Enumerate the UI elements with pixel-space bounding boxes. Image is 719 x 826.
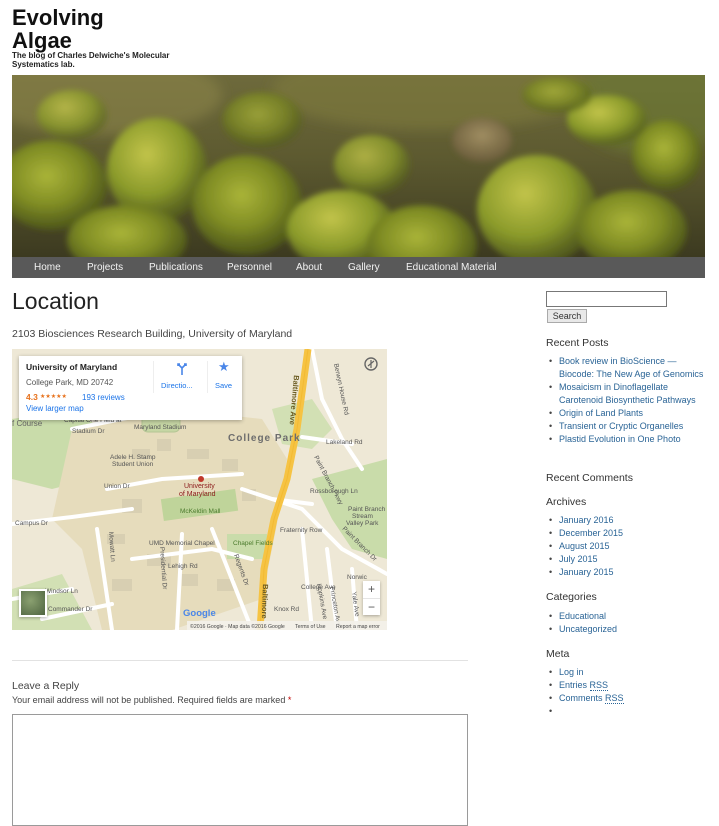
archive-item[interactable]: December 2015 xyxy=(548,527,623,540)
map-label-lakeland: Lakeland Rd xyxy=(326,439,363,446)
map-label-baltimore-ave-2: Baltimore xyxy=(260,584,270,619)
category-item[interactable]: Educational xyxy=(548,610,617,623)
map-label-commander: Commander Dr xyxy=(48,606,93,613)
map-label-stamp: Adele H. Stamp xyxy=(110,454,156,461)
archive-item[interactable]: January 2016 xyxy=(548,514,623,527)
map-label-stadium-dr: Stadium Dr xyxy=(72,428,105,435)
archive-item[interactable]: July 2015 xyxy=(548,553,623,566)
rating-stars-icon: ★★★★★ xyxy=(40,394,67,400)
map-larger-link[interactable]: View larger map xyxy=(26,404,84,413)
satellite-toggle[interactable] xyxy=(19,589,47,617)
star-icon: ★ xyxy=(218,359,230,374)
map-rating: 4.3 xyxy=(26,392,38,402)
nav-item-publications[interactable]: Publications xyxy=(149,262,203,273)
directions-label: Directio... xyxy=(161,381,193,390)
map-label-paint-branch: Paint Branch xyxy=(348,506,386,513)
reply-title: Leave a Reply xyxy=(12,680,80,692)
nav-item-about[interactable]: About xyxy=(296,262,322,273)
nav-item-personnel[interactable]: Personnel xyxy=(227,262,272,273)
map-label-fraternity: Fraternity Row xyxy=(280,527,323,534)
recent-comments-title: Recent Comments xyxy=(546,472,633,484)
comment-textarea[interactable] xyxy=(12,714,468,826)
map-reviews-link[interactable]: 193 reviews xyxy=(82,393,125,402)
reply-note: Your email address will not be published… xyxy=(12,695,291,705)
zoom-out-button[interactable]: − xyxy=(363,599,380,615)
nav-item-projects[interactable]: Projects xyxy=(87,262,123,273)
recent-post-item[interactable]: Plastid Evolution in One Photo xyxy=(548,433,708,446)
search-input[interactable] xyxy=(546,291,667,307)
map-footer: ©2016 Google · Map data ©2016 Google xyxy=(190,623,285,630)
category-item[interactable]: Uncategorized xyxy=(548,623,617,636)
recent-post-item[interactable]: Book review in BioScience — Biocode: The… xyxy=(548,355,708,381)
categories-list: Educational Uncategorized xyxy=(548,610,617,636)
map-label-stadium: Maryland Stadium xyxy=(134,424,186,431)
map-label-umd-2: of Maryland xyxy=(179,491,216,498)
site-description: The blog of Charles Delwiche's Molecular… xyxy=(12,51,170,69)
site-title[interactable]: Evolving Algae xyxy=(12,6,142,52)
zoom-controls: + − xyxy=(363,581,380,615)
archive-item[interactable]: August 2015 xyxy=(548,540,623,553)
map-label-umd-1: University xyxy=(184,483,215,490)
map-label-chapel-fields: Chapel Fields xyxy=(233,540,273,547)
categories-title: Categories xyxy=(546,591,597,603)
map-label-paint-branch-2: Stream xyxy=(352,513,373,520)
meta-entries-rss-link[interactable]: Entries RSS xyxy=(548,679,624,692)
map-label-paint-branch-3: Valley Park xyxy=(346,520,379,527)
nav-item-home[interactable]: Home xyxy=(34,262,61,273)
reply-note-text: Your email address will not be published… xyxy=(12,695,286,705)
map-label-campus-dr: Campus Dr xyxy=(15,520,49,527)
meta-title: Meta xyxy=(546,648,570,660)
directions-button[interactable]: Directio... xyxy=(159,359,205,393)
recent-post-item[interactable]: Origin of Land Plants xyxy=(548,407,708,420)
map-label-mckeldin: McKeldin Mall xyxy=(180,508,221,515)
content-divider xyxy=(12,660,468,661)
recent-post-item[interactable]: Mosaicism in Dinoflagellate Carotenoid B… xyxy=(548,381,708,407)
map-terms-link[interactable]: Terms of Use xyxy=(295,624,326,630)
map-label-lehigh: Lehigh Rd xyxy=(168,563,198,570)
street-view-icon[interactable] xyxy=(362,355,380,373)
map-place-address: College Park, MD 20742 xyxy=(26,378,114,387)
header-image xyxy=(12,75,705,257)
map-label-stamp-2: Student Union xyxy=(112,461,154,468)
nav-item-gallery[interactable]: Gallery xyxy=(348,262,380,273)
meta-comments-rss-link[interactable]: Comments RSS xyxy=(548,692,624,705)
recent-posts-title: Recent Posts xyxy=(546,337,609,349)
map-place-card: University of Maryland College Park, MD … xyxy=(19,356,242,420)
embedded-map[interactable]: College Park University of Maryland McKe… xyxy=(12,349,387,630)
page-title: Location xyxy=(12,288,99,314)
directions-icon xyxy=(177,363,187,375)
archives-title: Archives xyxy=(546,496,587,508)
recent-post-item[interactable]: Transient or Cryptic Organelles xyxy=(548,420,708,433)
map-label-windsor: Windsor Ln xyxy=(45,588,78,595)
save-button[interactable]: ★ Save xyxy=(212,359,238,393)
map-label-chapel: UMD Memorial Chapel xyxy=(149,540,215,547)
zoom-in-button[interactable]: + xyxy=(363,581,380,599)
map-label-college-park: College Park xyxy=(228,433,301,444)
meta-list: Log in Entries RSS Comments RSS xyxy=(548,666,624,718)
meta-login-link[interactable]: Log in xyxy=(548,666,624,679)
map-label-union-dr: Union Dr xyxy=(104,483,130,490)
map-place-name: University of Maryland xyxy=(26,362,118,372)
location-address: 2103 Biosciences Research Building, Univ… xyxy=(12,328,293,340)
map-label-course: f Course xyxy=(12,419,43,428)
archive-item[interactable]: January 2015 xyxy=(548,566,623,579)
search-button[interactable]: Search xyxy=(547,309,587,323)
recent-posts-list: Book review in BioScience — Biocode: The… xyxy=(548,355,708,446)
map-google-logo: Google xyxy=(183,608,216,619)
map-label-norwich: Norwic xyxy=(347,574,368,581)
archives-list: January 2016 December 2015 August 2015 J… xyxy=(548,514,623,579)
save-label: Save xyxy=(215,381,233,390)
nav-item-educational-material[interactable]: Educational Material xyxy=(406,262,497,273)
map-report-link[interactable]: Report a map error xyxy=(336,624,380,630)
main-navigation: Home Projects Publications Personnel Abo… xyxy=(12,257,705,278)
map-label-knox: Knox Rd xyxy=(274,606,299,613)
required-mark: * xyxy=(287,695,292,705)
